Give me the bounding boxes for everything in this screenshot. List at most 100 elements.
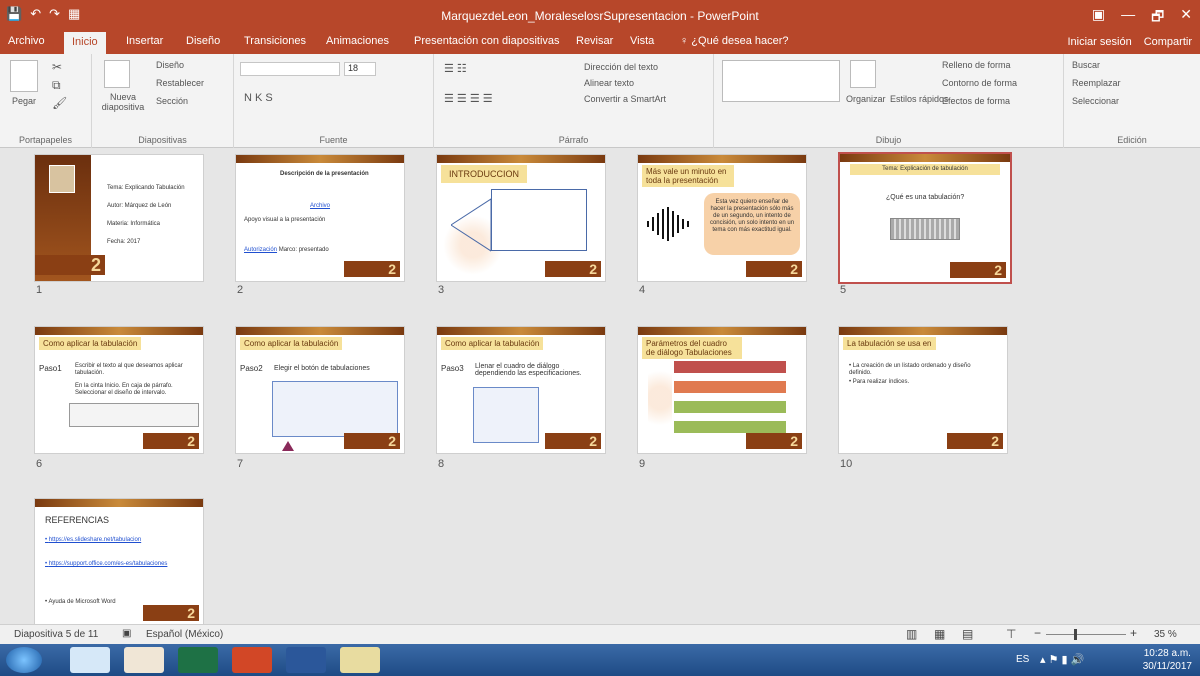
bullets-icon[interactable]: ☰ ☷	[444, 62, 467, 75]
parameter-bar	[674, 421, 786, 433]
redo-icon[interactable]: ↷	[49, 6, 60, 22]
layout-button[interactable]: Diseño	[156, 60, 184, 70]
reading-view-icon[interactable]: ▤	[962, 627, 973, 641]
slide-thumbnail-10[interactable]: La tabulación se usa en • La creación de…	[838, 326, 1008, 454]
cut-icon[interactable]: ✂	[52, 60, 62, 74]
normal-view-icon[interactable]: ▥	[906, 627, 917, 641]
slide-thumbnail-4[interactable]: Más vale un minuto en toda la presentaci…	[637, 154, 807, 282]
shapes-gallery[interactable]	[722, 60, 840, 102]
new-slide-icon[interactable]	[104, 60, 130, 88]
slide-band	[236, 155, 404, 163]
tab-diseno[interactable]: Diseño	[186, 35, 220, 47]
undo-icon[interactable]: ↶	[30, 6, 41, 22]
slide-band	[638, 155, 806, 163]
paste-icon[interactable]	[10, 60, 38, 92]
quick-styles-button[interactable]: Estilos rápidos	[890, 94, 949, 104]
slide-text: Marco: presentado	[278, 247, 329, 253]
slide-band	[638, 327, 806, 335]
bullet-text: La creación de un listado ordenado y dis…	[849, 363, 971, 376]
tab-vista[interactable]: Vista	[630, 35, 654, 47]
tab-transiciones[interactable]: Transiciones	[244, 35, 306, 47]
language-bar[interactable]: ES	[1016, 654, 1029, 665]
find-button[interactable]: Buscar	[1072, 60, 1100, 70]
slide-thumbnail-2[interactable]: Descripción de la presentación Archivo A…	[235, 154, 405, 282]
customize-icon[interactable]: ▦	[68, 6, 80, 22]
signin-link[interactable]: Iniciar sesión	[1068, 36, 1132, 48]
close-button[interactable]: ✕	[1180, 6, 1192, 30]
tab-archivo[interactable]: Archivo	[8, 35, 45, 47]
copy-icon[interactable]: ⧉	[52, 78, 61, 93]
tab-insertar[interactable]: Insertar	[126, 35, 163, 47]
slide-title: Como aplicar la tabulación	[39, 337, 142, 350]
slide-footer-logo: 2	[143, 605, 199, 621]
clock-date: 30/11/2017	[1142, 661, 1192, 672]
reset-button[interactable]: Restablecer	[156, 78, 204, 88]
tab-revisar[interactable]: Revisar	[576, 35, 613, 47]
word-icon[interactable]	[286, 647, 326, 673]
minimize-button[interactable]: —	[1121, 6, 1135, 30]
shape-effects-button[interactable]: Efectos de forma	[942, 96, 1010, 106]
tab-presentacion[interactable]: Presentación con diapositivas	[414, 35, 560, 47]
slide-thumbnail-3[interactable]: INTRODUCCION 2	[436, 154, 606, 282]
zoom-out-button[interactable]: −	[1034, 626, 1041, 640]
language-indicator[interactable]: Español (México)	[146, 629, 223, 640]
powerpoint-icon[interactable]	[232, 647, 272, 673]
text-direction-button[interactable]: Dirección del texto	[584, 62, 658, 72]
sorter-view-icon[interactable]: ▦	[934, 627, 945, 641]
slide-thumbnail-1[interactable]: Tema: Explicando Tabulación Autor: Márqu…	[34, 154, 204, 282]
zoom-slider-thumb[interactable]	[1074, 629, 1077, 640]
shape-outline-button[interactable]: Contorno de forma	[942, 78, 1017, 88]
zoom-in-button[interactable]: +	[1130, 626, 1137, 640]
clock[interactable]: 10:28 a.m. 30/11/2017	[1143, 647, 1192, 673]
section-button[interactable]: Sección	[156, 96, 188, 106]
slide-thumbnail-6[interactable]: Como aplicar la tabulación Paso1 Escribi…	[34, 326, 204, 454]
restore-button[interactable]: 🗗	[1151, 6, 1164, 30]
tray-icons[interactable]: ▴ ⚑ ▮ 🔊	[1040, 653, 1084, 666]
tell-me-search[interactable]: ♀ ¿Qué desea hacer?	[680, 35, 789, 47]
align-text-button[interactable]: Alinear texto	[584, 78, 634, 88]
tab-animaciones[interactable]: Animaciones	[326, 35, 389, 47]
group-label-slides: Diapositivas	[138, 135, 187, 145]
slide-thumbnail-11[interactable]: REFERENCIAS • https://es.slideshare.net/…	[34, 498, 204, 626]
ie-icon[interactable]	[70, 647, 110, 673]
slide-count: Diapositiva 5 de 11	[14, 629, 99, 640]
bullet-item: • Ayuda de Microsoft Word	[45, 599, 116, 605]
start-button[interactable]	[6, 647, 42, 673]
slide-number: 9	[639, 458, 646, 470]
slide-thumbnail-9[interactable]: Parámetros del cuadro de diálogo Tabulac…	[637, 326, 807, 454]
new-slide-button[interactable]: Nueva diapositiva	[98, 92, 148, 112]
shape-fill-button[interactable]: Relleno de forma	[942, 60, 1011, 70]
zoom-level[interactable]: 35 %	[1154, 629, 1177, 640]
excel-icon[interactable]	[178, 647, 218, 673]
select-button[interactable]: Seleccionar	[1072, 96, 1119, 106]
share-button[interactable]: Compartir	[1144, 36, 1192, 48]
chrome-icon[interactable]	[124, 647, 164, 673]
slide-sorter: Tema: Explicando Tabulación Autor: Márqu…	[0, 148, 1200, 626]
dialog-screenshot	[272, 381, 398, 437]
slide-thumbnail-5[interactable]: Tema: Explicación de tabulación ¿Qué es …	[838, 152, 1012, 284]
arrow-up-icon	[282, 441, 294, 451]
align-icons[interactable]: ☰ ☰ ☰ ☰	[444, 92, 493, 105]
smartart-button[interactable]: Convertir a SmartArt	[584, 94, 666, 104]
font-size-input[interactable]: 18	[344, 62, 376, 76]
replace-button[interactable]: Reemplazar	[1072, 78, 1121, 88]
slide-thumbnail-7[interactable]: Como aplicar la tabulación Paso2 Elegir …	[235, 326, 405, 454]
arrange-button[interactable]: Organizar	[846, 94, 886, 104]
slide-band	[437, 327, 605, 335]
ribbon-display-icon[interactable]: ▣	[1092, 6, 1105, 30]
arrange-icon[interactable]	[850, 60, 876, 88]
bold-button[interactable]: N K S	[244, 92, 273, 104]
group-edicion: Buscar Reemplazar Seleccionar Edición	[1064, 54, 1200, 148]
slideshow-icon[interactable]: ⊤	[1006, 627, 1016, 641]
group-diapositivas: Nueva diapositiva Diseño Restablecer Sec…	[92, 54, 234, 148]
slide-band	[437, 155, 605, 163]
explorer-icon[interactable]	[340, 647, 380, 673]
keyboard-image	[890, 218, 960, 240]
tab-inicio[interactable]: Inicio	[64, 32, 106, 54]
save-icon[interactable]: 💾	[6, 6, 22, 22]
format-painter-icon[interactable]: 🖌	[52, 96, 67, 110]
slide-thumbnail-8[interactable]: Como aplicar la tabulación Paso3 Llenar …	[436, 326, 606, 454]
font-name-input[interactable]	[240, 62, 340, 76]
spellcheck-icon[interactable]: ▣	[122, 628, 131, 639]
zoom-slider[interactable]	[1046, 634, 1126, 635]
